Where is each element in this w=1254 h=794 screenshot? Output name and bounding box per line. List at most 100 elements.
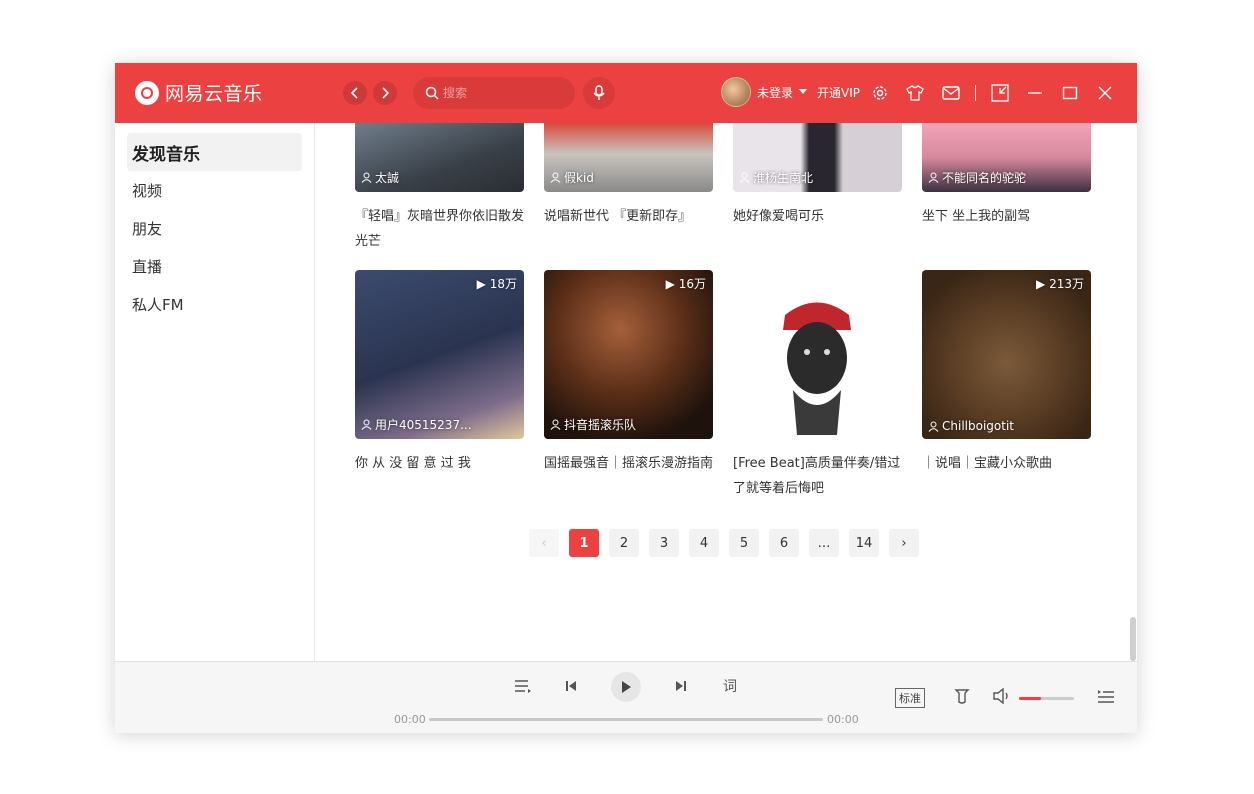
playlist-creator[interactable]: 抖音摇滚乐队 (550, 416, 636, 433)
search-box[interactable] (413, 77, 575, 109)
progress-slider[interactable] (429, 718, 823, 721)
mini-mode-button[interactable] (989, 82, 1011, 104)
volume-slider[interactable] (1019, 697, 1074, 700)
page-button-5[interactable]: 5 (729, 529, 759, 557)
messages-button[interactable] (940, 82, 962, 104)
sidebar-item-private-fm[interactable]: 私人FM (127, 285, 302, 323)
playlist-icon (1098, 690, 1114, 703)
playlist-creator[interactable]: 不能同名的驼驼 (928, 169, 1026, 186)
playlist-title[interactable]: 你 从 没 留 意 过 我 (355, 451, 524, 476)
user-icon (928, 172, 939, 183)
play-mode-button[interactable] (513, 676, 533, 696)
content-scrollbar[interactable] (1130, 617, 1136, 661)
playlist-cover[interactable]: ▶ 18万 用户40515237... (355, 270, 524, 439)
minimize-icon (1028, 92, 1042, 94)
playlist-creator[interactable]: 用户40515237... (361, 416, 472, 433)
avatar[interactable] (721, 77, 751, 107)
portrait-illustration (783, 302, 851, 435)
lyrics-button[interactable]: 词 (719, 676, 741, 696)
page-button-14[interactable]: 14 (849, 529, 879, 557)
page-ellipsis[interactable]: … (809, 529, 839, 557)
page-button-2[interactable]: 2 (609, 529, 639, 557)
playlist-card[interactable]: 不能同名的驼驼 坐下 坐上我的副驾 (922, 123, 1091, 229)
sidebar-item-discover[interactable]: 发现音乐 (127, 133, 302, 171)
playlist-title[interactable]: 她好像爱喝可乐 (733, 204, 902, 229)
chevron-right-icon (382, 87, 390, 99)
playlist-title[interactable]: ｜说唱｜宝藏小众歌曲 (922, 451, 1091, 476)
search-input[interactable] (443, 86, 563, 100)
list-loop-icon (515, 680, 531, 693)
login-status[interactable]: 未登录 (757, 84, 793, 101)
page-button-1[interactable]: 1 (569, 529, 599, 557)
playlist-cover[interactable]: 不能同名的驼驼 (922, 123, 1091, 192)
microphone-icon (593, 85, 605, 100)
playlist-card[interactable]: ▶ 18万 用户40515237... 你 从 没 留 意 过 我 (355, 270, 524, 476)
sidebar-item-live[interactable]: 直播 (127, 247, 302, 285)
playlist-card[interactable]: [Free Beat]高质量伴奏/错过了就等着后悔吧 (733, 270, 902, 501)
prev-page-button[interactable]: ‹ (529, 529, 559, 557)
playlist-cover[interactable]: 假kid (544, 123, 713, 192)
playlist-card[interactable]: 太誠 『轻唱』灰暗世界你依旧散发光芒 (355, 123, 524, 254)
previous-track-button[interactable] (561, 676, 581, 696)
playlist-cover[interactable] (733, 270, 902, 439)
playlist-cover[interactable]: 太誠 (355, 123, 524, 192)
playlist-creator[interactable]: 假kid (550, 169, 594, 186)
playlist-cover[interactable]: ▶ 213万 Chillboigotit (922, 270, 1091, 439)
app-logo[interactable]: 网易云音乐 (135, 79, 263, 106)
page-button-3[interactable]: 3 (649, 529, 679, 557)
sound-effect-button[interactable] (951, 686, 973, 706)
playlist-card[interactable]: ▶ 213万 Chillboigotit ｜说唱｜宝藏小众歌曲 (922, 270, 1091, 476)
playlist-queue-button[interactable] (1095, 686, 1117, 706)
settings-button[interactable] (869, 82, 891, 104)
playlist-card[interactable]: 假kid 说唱新世代 『更新即存』 (544, 123, 713, 229)
top-bar: 网易云音乐 未登录 开通VIP (115, 63, 1137, 123)
play-count: ▶ 213万 (1036, 277, 1084, 291)
app-window: 网易云音乐 未登录 开通VIP (115, 63, 1137, 733)
forward-button[interactable] (373, 81, 397, 105)
playlist-title[interactable]: [Free Beat]高质量伴奏/错过了就等着后悔吧 (733, 451, 902, 501)
sidebar-item-video[interactable]: 视频 (127, 171, 302, 209)
maximize-icon (1062, 86, 1078, 100)
tshirt-icon (906, 85, 924, 101)
user-icon (928, 421, 939, 432)
vip-link[interactable]: 开通VIP (817, 84, 860, 101)
playlist-grid: 太誠 『轻唱』灰暗世界你依旧散发光芒 假kid 说唱新世代 『更新即存』 淮杨生… (316, 123, 1137, 661)
playlist-title[interactable]: 国摇最强音｜摇滚乐漫游指南 (544, 451, 713, 476)
playlist-title[interactable]: 说唱新世代 『更新即存』 (544, 204, 713, 229)
next-track-button[interactable] (671, 676, 691, 696)
volume-icon (993, 688, 1008, 704)
maximize-button[interactable] (1059, 82, 1081, 104)
user-area[interactable]: 未登录 开通VIP (721, 77, 860, 107)
search-icon (425, 86, 439, 100)
app-name: 网易云音乐 (165, 83, 263, 105)
sidebar-item-friends[interactable]: 朋友 (127, 209, 302, 247)
netease-music-logo-icon (135, 80, 159, 105)
close-button[interactable] (1094, 82, 1116, 104)
playlist-title[interactable]: 『轻唱』灰暗世界你依旧散发光芒 (355, 204, 524, 254)
quality-selector[interactable]: 标准 (895, 688, 925, 708)
playlist-cover[interactable]: ▶ 16万 抖音摇滚乐队 (544, 270, 713, 439)
pagination: ‹ 1 2 3 4 5 6 … 14 › (529, 529, 919, 557)
user-icon (361, 419, 372, 430)
volume-button[interactable] (991, 686, 1013, 706)
page-button-6[interactable]: 6 (769, 529, 799, 557)
play-button[interactable] (611, 672, 641, 702)
page-button-4[interactable]: 4 (689, 529, 719, 557)
playlist-card[interactable]: 淮杨生南北 她好像爱喝可乐 (733, 123, 902, 229)
minimize-button[interactable] (1024, 82, 1046, 104)
playlist-cover[interactable]: 淮杨生南北 (733, 123, 902, 192)
skin-button[interactable] (904, 82, 926, 104)
playlist-creator[interactable]: 淮杨生南北 (739, 169, 813, 186)
toolbar-divider (975, 85, 976, 101)
next-page-button[interactable]: › (889, 529, 919, 557)
playlist-creator[interactable]: 太誠 (361, 169, 399, 186)
chevron-left-icon (350, 87, 358, 99)
playlist-card[interactable]: ▶ 16万 抖音摇滚乐队 国摇最强音｜摇滚乐漫游指南 (544, 270, 713, 476)
voice-search-button[interactable] (583, 77, 615, 109)
sidebar: 发现音乐 视频 朋友 直播 私人FM (115, 123, 315, 661)
skip-back-icon (566, 681, 576, 691)
playlist-title[interactable]: 坐下 坐上我的副驾 (922, 204, 1091, 229)
playlist-creator[interactable]: Chillboigotit (928, 419, 1014, 433)
back-button[interactable] (343, 81, 367, 105)
user-icon (361, 172, 372, 183)
